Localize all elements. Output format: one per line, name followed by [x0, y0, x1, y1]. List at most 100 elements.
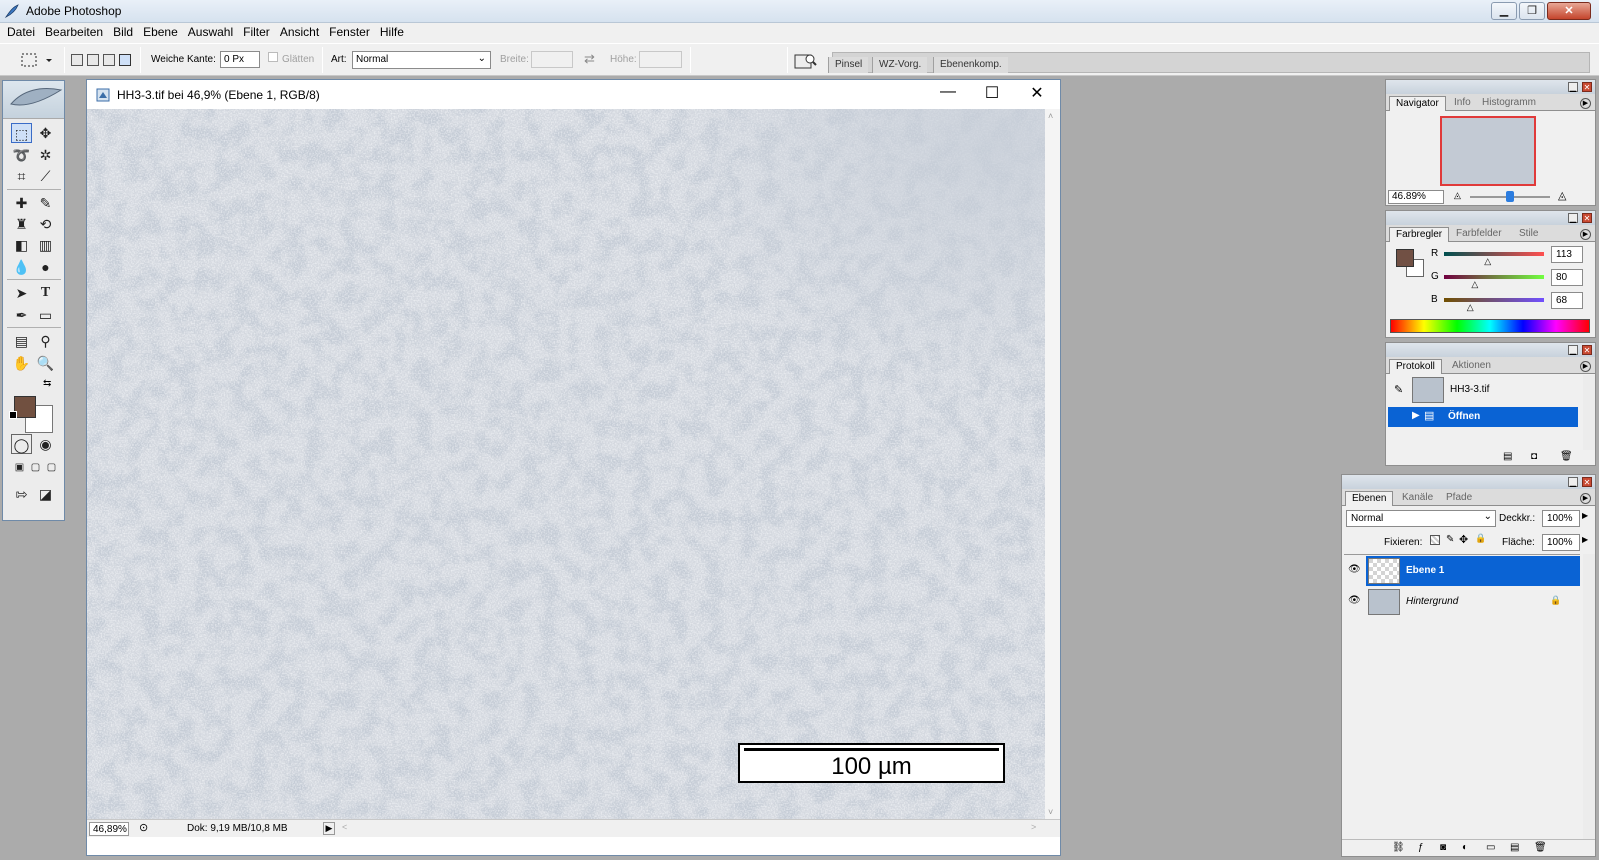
channel-b-slider[interactable] [1444, 298, 1544, 302]
width-input[interactable] [531, 51, 573, 68]
history-scrollbar[interactable] [1583, 375, 1595, 450]
history-brush-tool[interactable]: ⟲ [35, 214, 56, 234]
menu-hilfe[interactable]: Hilfe [375, 23, 409, 43]
palette-minimize-button[interactable]: ▁ [1568, 477, 1578, 487]
image-canvas[interactable]: 100 µm [87, 109, 1045, 819]
scroll-left-icon[interactable]: < [342, 822, 347, 832]
channel-r-input[interactable]: 113 [1551, 246, 1583, 263]
menu-ebene[interactable]: Ebene [138, 23, 183, 43]
channel-g-input[interactable]: 80 [1551, 269, 1583, 286]
style-select[interactable]: Normal ⌄ [352, 51, 491, 69]
lasso-tool[interactable]: ➰ [11, 145, 32, 165]
palette-minimize-button[interactable]: ▁ [1568, 82, 1578, 92]
zoom-tool[interactable]: 🔍 [35, 353, 56, 373]
blend-mode-select[interactable]: Normal ⌄ [1346, 510, 1496, 527]
tab-pfade[interactable]: Pfade [1440, 491, 1478, 506]
quickmask-mode-icon[interactable]: ◉ [35, 434, 56, 454]
standard-mode-icon[interactable]: ◯ [11, 434, 32, 454]
zoom-in-icon[interactable]: ◬ [1558, 189, 1566, 202]
status-menu-icon[interactable]: ⊙ [139, 821, 148, 834]
well-tab-pinsel[interactable]: Pinsel [828, 57, 869, 73]
navigator-preview[interactable] [1440, 116, 1536, 186]
delete-layer-icon[interactable]: 🗑 [1534, 842, 1547, 853]
new-group-icon[interactable]: ▭ [1486, 842, 1495, 853]
tab-protokoll[interactable]: Protokoll [1389, 359, 1442, 374]
channel-g-slider[interactable] [1444, 275, 1544, 279]
palette-menu-icon[interactable]: ▶ [1580, 361, 1591, 372]
menu-ansicht[interactable]: Ansicht [275, 23, 324, 43]
foreground-color-swatch[interactable] [14, 396, 36, 418]
scroll-down-icon[interactable]: ˅ [1048, 807, 1053, 817]
status-arrow-icon[interactable]: ▶ [323, 822, 335, 835]
palette-close-button[interactable]: ✕ [1582, 345, 1592, 355]
shape-tool[interactable]: ▭ [35, 305, 56, 325]
adjustment-layer-icon[interactable]: ◐ [1462, 842, 1468, 853]
channel-b-thumb[interactable]: △ [1467, 303, 1474, 312]
clone-stamp-tool[interactable]: ♜ [11, 214, 32, 234]
pen-tool[interactable]: ✒ [11, 305, 32, 325]
channel-g-thumb[interactable]: △ [1471, 280, 1478, 289]
layer-style-icon[interactable]: ƒ [1418, 842, 1424, 853]
tab-farbregler[interactable]: Farbregler [1389, 227, 1450, 242]
eraser-tool[interactable]: ◧ [11, 235, 32, 255]
tool-preset-picker[interactable] [18, 50, 58, 70]
doc-minimize-button[interactable]: — [933, 83, 963, 101]
history-brush-source-icon[interactable]: ✎ [1394, 383, 1403, 396]
add-selection-icon[interactable] [87, 54, 99, 66]
eyedropper-tool[interactable]: ⚲ [35, 331, 56, 351]
swap-colors-icon[interactable]: ⇆ [43, 378, 51, 389]
jump-to-imageready-icon[interactable]: ⇰ [11, 484, 32, 504]
new-selection-icon[interactable] [71, 54, 83, 66]
imageready-icon[interactable]: ◪ [35, 484, 56, 504]
magic-wand-tool[interactable]: ✲ [35, 145, 56, 165]
move-tool[interactable]: ✥ [35, 123, 56, 143]
vertical-scrollbar[interactable]: ˄ ˅ [1045, 109, 1060, 819]
navigator-zoom-field[interactable]: 46.89% [1388, 190, 1444, 204]
layer-visibility-toggle[interactable]: 👁 [1344, 587, 1366, 617]
tab-stile[interactable]: Stile [1513, 227, 1544, 242]
subtract-selection-icon[interactable] [103, 54, 115, 66]
menu-bearbeiten[interactable]: Bearbeiten [40, 23, 108, 43]
tab-navigator[interactable]: Navigator [1389, 96, 1446, 111]
lock-move-icon[interactable]: ✥ [1459, 533, 1468, 546]
channel-b-input[interactable]: 68 [1551, 292, 1583, 309]
menu-bild[interactable]: Bild [108, 23, 138, 43]
tab-histogramm[interactable]: Histogramm [1476, 96, 1542, 111]
palette-menu-icon[interactable]: ▶ [1580, 493, 1591, 504]
dodge-tool[interactable]: ● [35, 257, 56, 277]
layer-mask-icon[interactable]: ◙ [1440, 842, 1446, 853]
well-tab-ebenenkomp[interactable]: Ebenenkomp. [933, 57, 1008, 73]
gradient-tool[interactable]: ▥ [35, 235, 56, 255]
scroll-up-icon[interactable]: ˄ [1048, 111, 1053, 121]
lock-all-icon[interactable]: 🔒 [1475, 533, 1486, 544]
antialias-checkbox[interactable] [268, 52, 278, 62]
restore-button[interactable]: ❐ [1519, 2, 1545, 20]
tab-farbfelder[interactable]: Farbfelder [1450, 227, 1508, 242]
tab-ebenen[interactable]: Ebenen [1345, 491, 1394, 506]
layer-visibility-toggle[interactable]: 👁 [1344, 556, 1366, 586]
layer-row-ebene-1[interactable]: 👁 Ebene 1 [1344, 556, 1580, 586]
palette-close-button[interactable]: ✕ [1582, 477, 1592, 487]
new-document-from-state-icon[interactable]: ▤ [1503, 451, 1512, 462]
swap-icon[interactable]: ⇄ [584, 51, 595, 67]
path-selection-tool[interactable]: ➤ [11, 283, 32, 303]
menu-datei[interactable]: Datei [2, 23, 40, 43]
layers-scrollbar[interactable] [1583, 554, 1595, 839]
fill-slider-arrow-icon[interactable]: ▶ [1582, 535, 1588, 544]
default-colors-icon[interactable] [9, 411, 17, 419]
healing-brush-tool[interactable]: ✚ [11, 193, 32, 213]
palette-close-button[interactable]: ✕ [1582, 213, 1592, 223]
palette-menu-icon[interactable]: ▶ [1580, 98, 1591, 109]
doc-close-button[interactable]: ✕ [1022, 83, 1052, 103]
opacity-input[interactable]: 100% [1542, 510, 1580, 527]
minimize-button[interactable]: ▁ [1491, 2, 1517, 20]
palette-menu-icon[interactable]: ▶ [1580, 229, 1591, 240]
history-step-row[interactable]: ▶ ▤ Öffnen [1388, 407, 1578, 427]
channel-r-slider[interactable] [1444, 252, 1544, 256]
hand-tool[interactable]: ✋ [11, 353, 32, 373]
brush-tool[interactable]: ✎ [35, 193, 56, 213]
palette-close-button[interactable]: ✕ [1582, 82, 1592, 92]
palette-minimize-button[interactable]: ▁ [1568, 213, 1578, 223]
well-tab-wz-vorg[interactable]: WZ-Vorg. [872, 57, 928, 73]
tab-kanaele[interactable]: Kanäle [1396, 491, 1439, 506]
